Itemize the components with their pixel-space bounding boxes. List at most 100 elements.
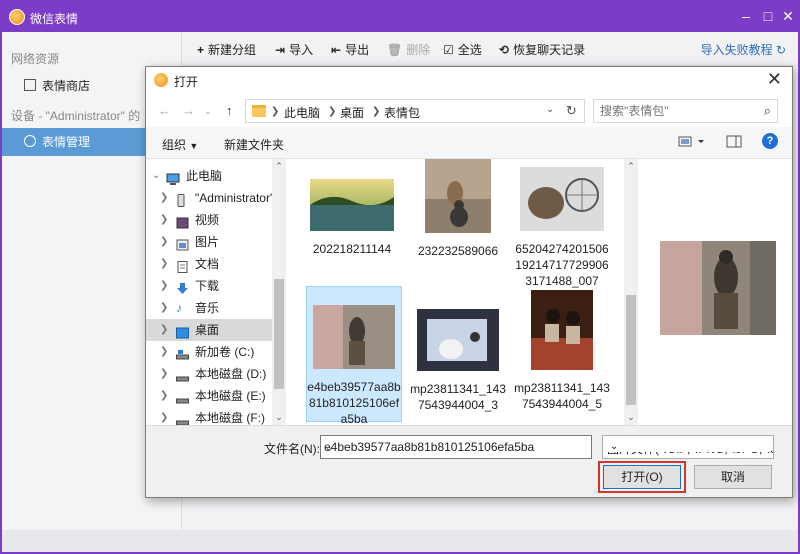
minimize-button[interactable]: – [736,6,756,26]
trash-icon: 🗑 [387,43,403,57]
forward-arrow-icon[interactable]: → [182,103,195,118]
tree-item-label: 本地磁盘 (E:) [195,389,266,403]
chevron-right-icon: ❯ [160,346,169,357]
import-button[interactable]: ⇥ 导入 [275,41,313,58]
preview-pane-icon[interactable] [726,135,742,152]
tree-item-downloads[interactable]: ❯ 下载 [146,275,272,297]
tree-item-label: 本地磁盘 (F:) [195,411,265,425]
toolbar: + 新建分组 ⇥ 导入 ⇤ 导出 🗑 删除 ☑ 全选 ⟲ 恢复聊天记录 导入失败教程 ↻ [183,32,798,66]
file-item[interactable]: mp23811341_1437543944004_5 [514,290,610,412]
tree-scrollbar[interactable]: ⌃ ⌄ [272,159,286,425]
file-item[interactable]: 202218211144 [304,179,400,257]
tree-item-label: 新加卷 (C:) [195,345,255,359]
tree-item-label: 桌面 [195,323,220,337]
desktop-folder-icon [176,324,189,339]
scroll-thumb[interactable] [274,279,284,389]
plus-icon: + [197,43,205,57]
address-bar[interactable]: ❯ 此电脑 ❯ 桌面 ❯ 表情包 ⌄ ↻ [245,99,585,123]
open-button[interactable]: 打开(O) [603,465,681,489]
file-grid-scrollbar[interactable]: ⌃ ⌄ [624,159,638,425]
select-all-button[interactable]: ☑ 全选 [443,41,482,58]
scroll-down-icon[interactable]: ⌄ [272,412,286,423]
history-icon: ⟲ [499,43,510,57]
file-item-selected[interactable]: e4beb39577aa8b81b810125106efa5ba [306,286,402,425]
refresh-icon: ↻ [775,43,786,57]
file-grid: 202218211144 232232589066 65204274201506… [286,159,624,425]
tree-item-drive-e[interactable]: ❯ 本地磁盘 (E:) [146,385,272,407]
scroll-thumb[interactable] [626,295,636,405]
scroll-down-icon[interactable]: ⌄ [624,412,638,423]
file-name: e4beb39577aa8b81b810125106efa5ba [307,380,401,425]
tree-item-device[interactable]: ❯ "Administrator" [146,187,275,209]
view-options-icon[interactable] [678,135,708,152]
tree-item-documents[interactable]: ❯ 文档 [146,253,272,275]
breadcrumb-item[interactable]: 桌面 [340,104,364,121]
search-input[interactable] [600,104,750,118]
new-group-label: 新建分组 [208,43,257,57]
thumbnail-dancer [313,305,395,369]
navigation-tree: ⌄ 此电脑 ❯ "Administrator" ❯ 视频 ❯ 图片 ❯ 文档 ❯… [146,159,286,425]
recent-dropdown-icon[interactable]: ⌄ [204,106,212,117]
dialog-title: 打开 [174,75,199,89]
restore-chat-button[interactable]: ⟲ 恢复聊天记录 [499,41,585,58]
restore-label: 恢复聊天记录 [513,43,586,57]
search-box[interactable]: ⌕ [593,99,778,123]
filetype-select[interactable]: 图片文件(*.GIF;*.PNG;*.JPG;*.J ⌄ [602,435,774,459]
delete-button[interactable]: 🗑 删除 [387,41,430,58]
tree-item-music[interactable]: ❯ ♪ 音乐 [146,297,272,319]
organize-menu[interactable]: 组织 ▼ [162,136,198,153]
documents-folder-icon [176,258,189,273]
tree-item-label: 视频 [195,213,220,227]
tree-item-label: 此电脑 [186,169,223,183]
new-folder-button[interactable]: 新建文件夹 [224,136,284,153]
maximize-button[interactable]: □ [758,6,778,26]
tree-item-drive-f[interactable]: ❯ 本地磁盘 (F:) [146,407,272,425]
window-title: 微信表情 [30,12,79,26]
breadcrumb-item[interactable]: 表情包 [384,104,420,121]
help-icon[interactable]: ? [762,133,778,149]
new-group-button[interactable]: + 新建分组 [197,41,256,58]
tree-item-this-pc[interactable]: ⌄ 此电脑 [146,165,272,187]
thumbnail-cat-window [417,309,499,371]
scroll-up-icon[interactable]: ⌃ [272,161,286,172]
export-icon: ⇤ [331,43,342,57]
tree-item-desktop[interactable]: ❯ 桌面 [146,319,272,341]
up-arrow-icon[interactable]: ↑ [226,103,233,118]
tree-item-label: "Administrator" [195,191,275,205]
tree-item-pictures[interactable]: ❯ 图片 [146,231,272,253]
file-item[interactable]: 232232589066 [410,159,506,259]
dialog-close-button[interactable]: ✕ [767,69,782,90]
file-name: mp23811341_1437543944004_5 [514,381,610,411]
thumbnail-cats [425,159,491,233]
import-help-link[interactable]: 导入失败教程 ↻ [701,41,786,58]
file-name: mp23811341_1437543944004_3 [410,382,506,412]
cancel-button[interactable]: 取消 [694,465,772,489]
thumbnail-lake [310,179,394,231]
download-icon [176,280,189,294]
help-link-label: 导入失败教程 [700,43,773,57]
chevron-right-icon: ❯ [372,106,381,117]
back-arrow-icon[interactable]: ← [158,103,171,118]
scroll-up-icon[interactable]: ⌃ [624,161,638,172]
breadcrumb-item[interactable]: 此电脑 [284,104,320,121]
chevron-down-icon[interactable]: ⌄ [324,440,587,454]
tree-item-videos[interactable]: ❯ 视频 [146,209,272,231]
tree-item-drive-d[interactable]: ❯ 本地磁盘 (D:) [146,363,272,385]
chevron-down-icon: ⌄ [152,170,161,181]
filename-input[interactable]: e4beb39577aa8b81b810125106efa5ba ⌄ [320,435,592,459]
sidebar-item-label: 表情管理 [42,135,91,149]
chevron-right-icon: ❯ [160,324,169,335]
file-item[interactable]: mp23811341_1437543944004_3 [410,309,506,413]
store-icon [24,79,36,91]
chevron-down-icon[interactable]: ⌄ [546,104,554,115]
tree-item-drive-c[interactable]: ❯ 新加卷 (C:) [146,341,272,363]
file-name: 65204274201506192147177299063171488_007 [515,242,609,288]
export-button[interactable]: ⇤ 导出 [331,41,369,58]
refresh-icon[interactable]: ↻ [566,103,577,119]
chevron-right-icon: ❯ [160,302,169,313]
chevron-right-icon: ❯ [160,390,169,401]
address-row: ← → ⌄ ↑ ❯ 此电脑 ❯ 桌面 ❯ 表情包 ⌄ ↻ ⌕ [146,95,792,127]
close-button[interactable]: ✕ [778,6,798,26]
caret-down-icon: ▼ [189,141,199,151]
file-item[interactable]: 65204274201506192147177299063171488_007 [514,167,610,289]
